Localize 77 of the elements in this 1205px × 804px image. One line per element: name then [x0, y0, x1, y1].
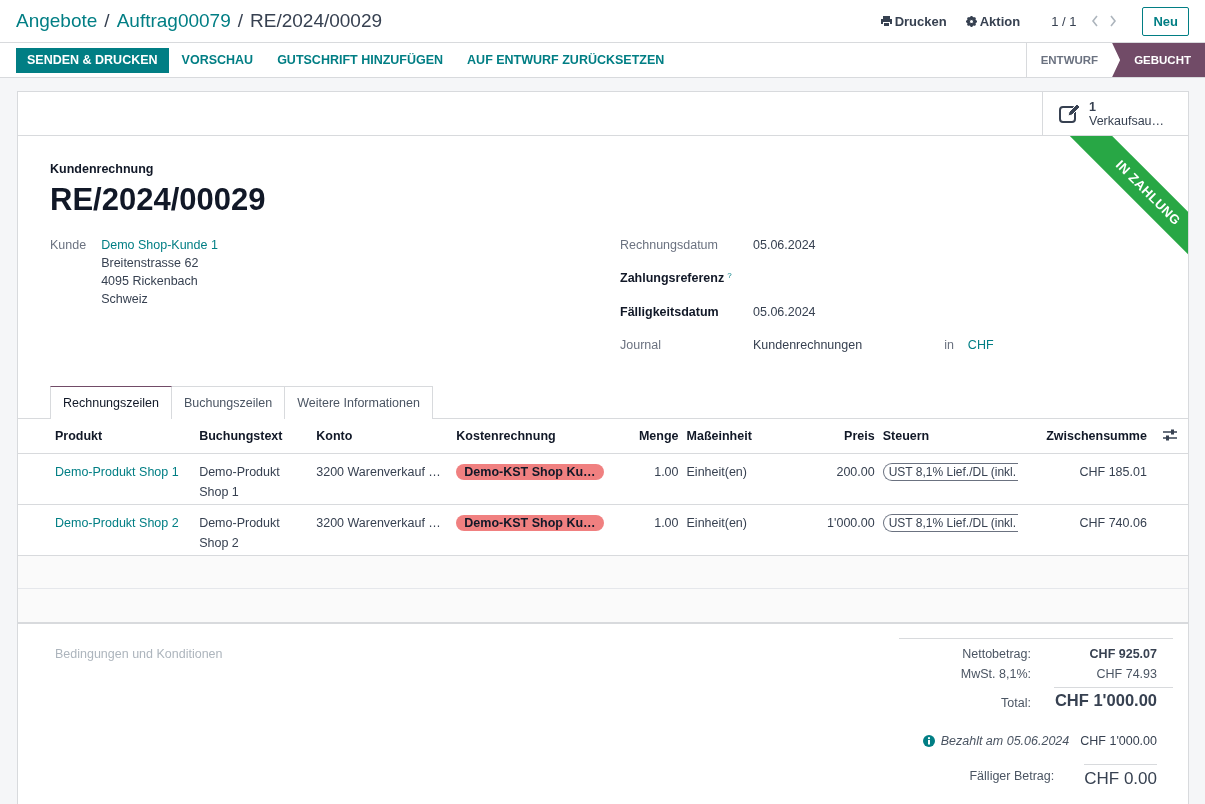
- column-header[interactable]: Preis: [802, 418, 879, 454]
- total-label: MwSt. 8,1%:: [959, 667, 1031, 681]
- action-button[interactable]: AUF ENTWURF ZURÜCKSETZEN: [456, 47, 676, 73]
- table-cell: Einheit(en): [682, 504, 803, 556]
- help-marker[interactable]: ?: [727, 271, 732, 280]
- payment-label: Bezahlt am 05.06.2024: [940, 734, 1070, 748]
- chevron-left-icon: [1091, 15, 1100, 27]
- smart-button-label: Verkaufsau…: [1089, 113, 1165, 128]
- total-value: CHF 74.93: [1096, 667, 1158, 681]
- column-header[interactable]: Menge: [602, 418, 683, 454]
- table-cell: 3200 Warenverkauf …: [312, 453, 453, 505]
- chevron-right-icon: [1109, 15, 1118, 27]
- field-label: in: [944, 338, 954, 352]
- table-cell: CHF 740.06: [1020, 504, 1151, 556]
- breadcrumb-separator: /: [104, 10, 110, 32]
- table-cell: CHF 185.01: [1020, 453, 1151, 505]
- field-value: 05.06.2024: [753, 238, 816, 252]
- field-label: Rechnungsdatum: [620, 238, 718, 252]
- status-step[interactable]: GEBUCHT: [1112, 43, 1205, 77]
- total-value: CHF 925.07: [1089, 647, 1158, 661]
- breadcrumb-link[interactable]: Auftrag00079: [116, 10, 231, 32]
- action-button[interactable]: VORSCHAU: [170, 47, 265, 73]
- column-header[interactable]: Steuern: [878, 418, 1021, 454]
- table-cell: Demo-Produkt Shop 2: [195, 504, 313, 556]
- field-label: Journal: [620, 338, 661, 352]
- column-header[interactable]: Zwischensumme: [1020, 418, 1151, 454]
- printer-icon: [880, 16, 892, 26]
- new-button[interactable]: Neu: [1142, 6, 1189, 36]
- address-line: Breitenstrasse 62: [101, 256, 200, 270]
- total-label: Fälliger Betrag:: [969, 768, 1055, 783]
- analytic-tag: Demo-KST Shop Ku…: [456, 515, 604, 531]
- total-label: Total:: [1000, 696, 1031, 710]
- table-cell: 3200 Warenverkauf …: [312, 504, 453, 556]
- table-cell: Einheit(en): [682, 453, 803, 505]
- breadcrumb-link[interactable]: Angebote: [16, 10, 98, 32]
- gear-icon: [965, 15, 977, 27]
- field-label: Kunde: [50, 238, 87, 252]
- sliders-icon: [1163, 428, 1178, 441]
- field-label: Zahlungsreferenz: [620, 271, 725, 285]
- smart-button-count: 1: [1089, 99, 1096, 114]
- product-link[interactable]: Demo-Produkt Shop 2: [55, 516, 179, 530]
- breadcrumb-current: RE/2024/00029: [250, 10, 383, 32]
- table-cell: 200.00: [802, 453, 879, 505]
- tab[interactable]: Buchungszeilen: [170, 386, 286, 419]
- payment-amount: CHF 1'000.00: [1080, 734, 1157, 748]
- table-cell: 1.00: [602, 453, 683, 505]
- table-cell: Demo-Produkt Shop 1: [195, 453, 313, 505]
- field-value: 05.06.2024: [753, 305, 816, 319]
- product-link[interactable]: Demo-Produkt Shop 1: [55, 465, 179, 479]
- address-line: 4095 Rickenbach: [101, 274, 199, 288]
- tab[interactable]: Rechnungszeilen: [50, 386, 172, 419]
- column-header[interactable]: Buchungstext: [195, 418, 313, 454]
- table-cell: 1'000.00: [802, 504, 879, 556]
- field-value: Kundenrechnungen: [753, 338, 863, 352]
- action-button[interactable]: GUTSCHRIFT HINZUFÜGEN: [266, 47, 455, 73]
- tab[interactable]: Weitere Informationen: [284, 386, 433, 419]
- breadcrumb-separator: /: [237, 10, 243, 32]
- table-cell: 1.00: [602, 504, 683, 556]
- column-header[interactable]: Kostenrechnung: [452, 418, 603, 454]
- total-value: CHF 1'000.00: [1054, 687, 1173, 710]
- total-label: Nettobetrag:: [961, 647, 1031, 661]
- address-line: Schweiz: [101, 292, 149, 306]
- currency-link[interactable]: CHF: [967, 338, 994, 352]
- total-value: CHF 0.00: [1084, 764, 1157, 789]
- info-icon: [922, 735, 935, 747]
- column-header[interactable]: Konto: [312, 418, 453, 454]
- edit-icon: [1059, 103, 1081, 124]
- customer-link[interactable]: Demo Shop-Kunde 1: [101, 238, 218, 252]
- action-button[interactable]: SENDEN & DRUCKEN: [16, 47, 169, 73]
- print-button[interactable]: Drucken: [880, 13, 947, 29]
- document-type: Kundenrechnung: [50, 162, 154, 176]
- action-button[interactable]: Aktion: [965, 13, 1021, 29]
- column-header[interactable]: Produkt: [18, 418, 196, 454]
- analytic-tag: Demo-KST Shop Ku…: [456, 464, 604, 480]
- pager-value: 1 / 1: [1051, 13, 1077, 29]
- field-label: Fälligkeitsdatum: [620, 305, 719, 319]
- column-header[interactable]: Maßeinheit: [682, 418, 803, 454]
